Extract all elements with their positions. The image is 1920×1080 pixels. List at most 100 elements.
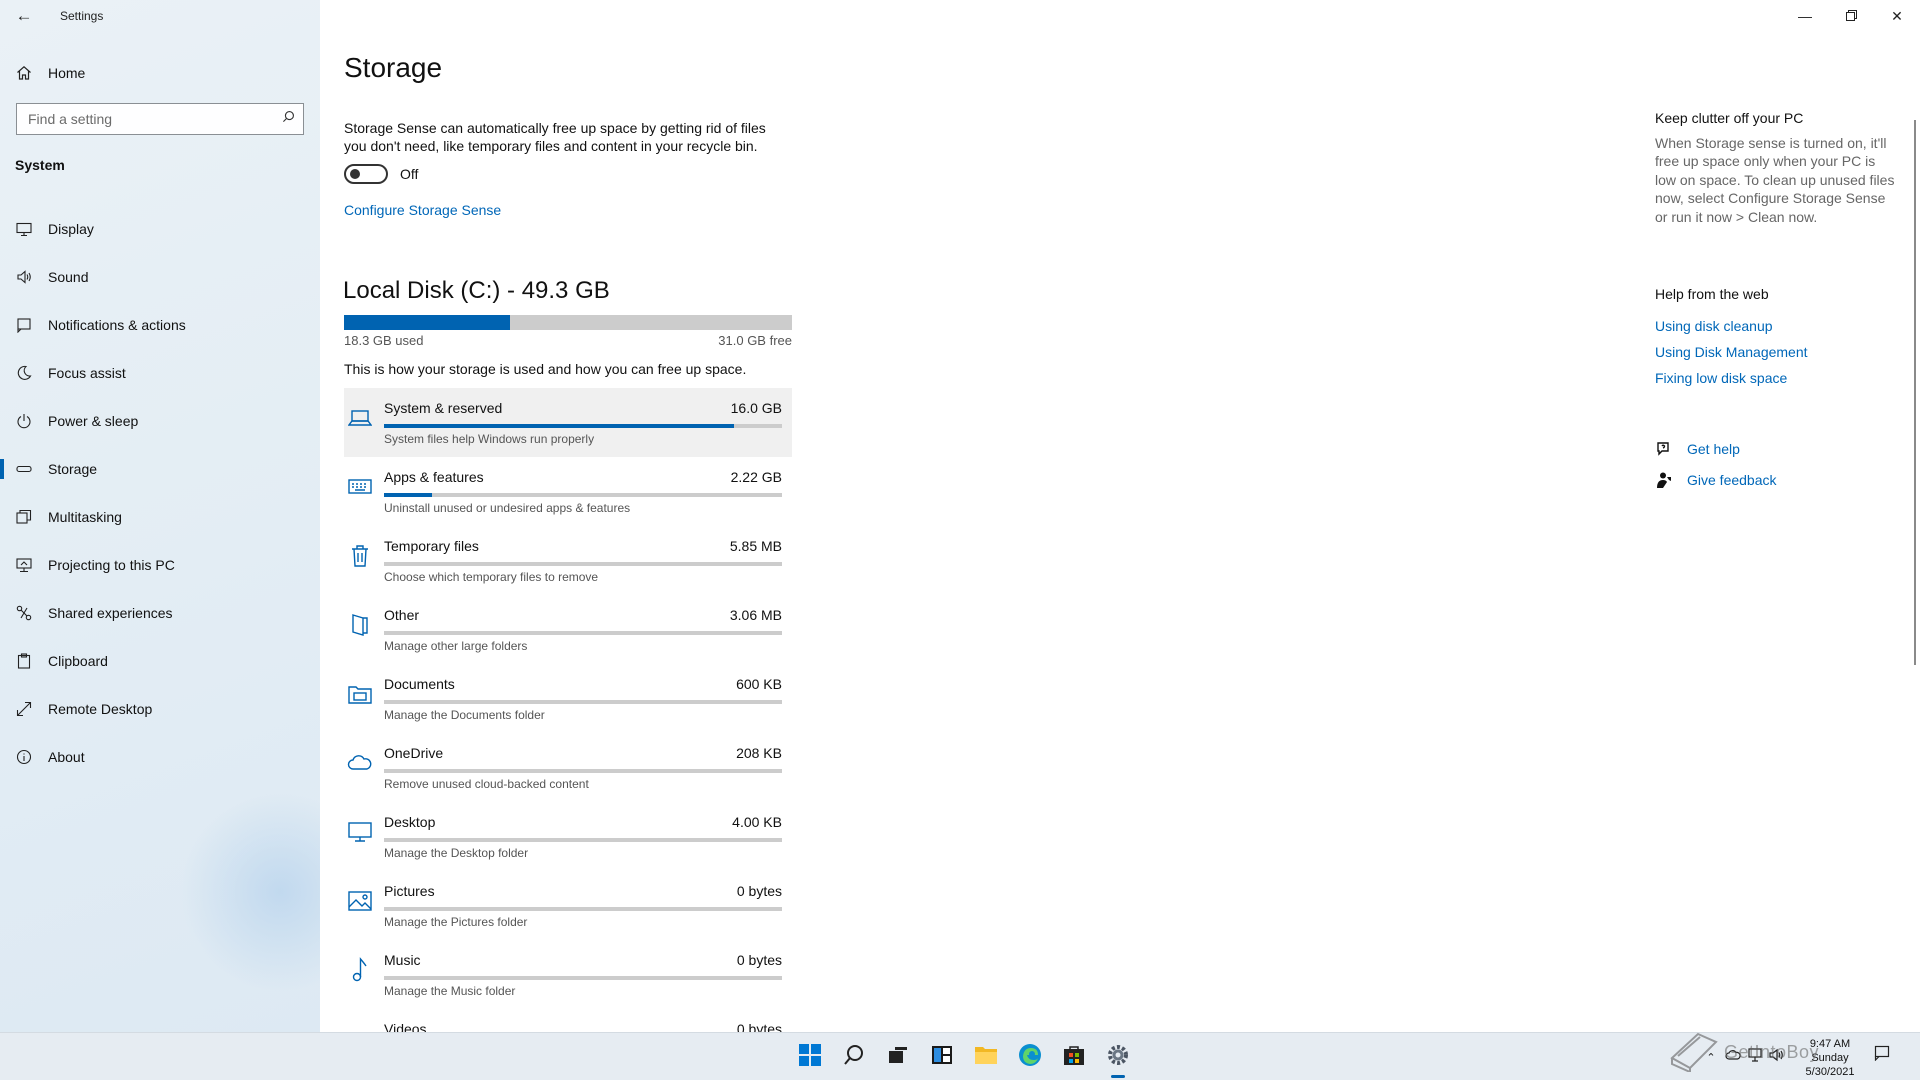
close-button[interactable]: ✕ [1874,0,1920,32]
store-button[interactable] [1052,1033,1096,1080]
sidebar-item-label: About [48,749,85,765]
sidebar-item-clipboard[interactable]: Clipboard [0,637,320,685]
sidebar-item-focus-assist[interactable]: Focus assist [0,349,320,397]
sidebar-item-multitasking[interactable]: Multitasking [0,493,320,541]
storage-category-music[interactable]: Music 0 bytes Manage the Music folder [344,940,792,1009]
laptop-icon [346,404,374,432]
file-explorer-button[interactable] [964,1033,1008,1080]
minimize-button[interactable]: — [1782,0,1828,32]
start-button[interactable] [788,1033,832,1080]
restore-button[interactable] [1828,0,1874,32]
category-size: 2.22 GB [730,469,782,485]
category-usage-bar [384,976,782,980]
give-feedback-link[interactable]: Give feedback [1687,472,1777,488]
category-name: Documents [384,676,455,692]
storage-category-desktop[interactable]: Desktop 4.00 KB Manage the Desktop folde… [344,802,792,871]
home-icon [0,65,48,81]
get-help-link[interactable]: Get help [1687,441,1740,457]
category-size: 3.06 MB [729,607,782,623]
category-description: Manage the Music folder [384,984,516,998]
sidebar-item-display[interactable]: Display [0,205,320,253]
sidebar-item-label: Shared experiences [48,605,173,621]
keyboard-icon [346,473,374,501]
sidebar-item-label: Remote Desktop [48,701,153,717]
watermark: GetIntoBoy [1668,1028,1819,1077]
get-help-row[interactable]: Get help [1655,440,1895,458]
category-usage-bar [384,562,782,566]
task-view-icon [887,1044,909,1071]
taskbar-search-button[interactable] [832,1033,876,1080]
edge-button[interactable] [1008,1033,1052,1080]
get-help-icon [1655,440,1687,458]
sidebar-item-label: Projecting to this PC [48,557,175,573]
storage-category-apps-features[interactable]: Apps & features 2.22 GB Uninstall unused… [344,457,792,526]
settings-button[interactable] [1096,1033,1140,1080]
task-view-button[interactable] [876,1033,920,1080]
trash-icon [346,542,374,570]
web-help-panel: Help from the web Using disk cleanup Usi… [1655,286,1895,396]
sidebar-item-notifications[interactable]: Notifications & actions [0,301,320,349]
disk-used-label: 18.3 GB used [344,333,424,348]
sidebar-item-remote-desktop[interactable]: Remote Desktop [0,685,320,733]
sidebar-item-sound[interactable]: Sound [0,253,320,301]
back-button[interactable]: ← [0,0,48,32]
widgets-icon [931,1044,953,1071]
taskbar-apps [788,1033,1140,1080]
nav-list: Display Sound Notifications & actions Fo… [0,205,320,781]
watermark-text: GetIntoBoy [1724,1042,1820,1062]
clutter-title: Keep clutter off your PC [1655,110,1804,126]
home-label: Home [48,65,86,81]
widgets-button[interactable] [920,1033,964,1080]
fixing-low-disk-space-link[interactable]: Fixing low disk space [1655,370,1895,386]
category-description: Choose which temporary files to remove [384,570,599,584]
home-nav-item[interactable]: Home [0,54,320,92]
notification-center-button[interactable] [1874,1045,1890,1066]
file-explorer-icon [974,1044,998,1071]
monitor-icon [0,221,48,237]
sidebar-item-storage[interactable]: Storage [0,445,320,493]
storage-category-onedrive[interactable]: OneDrive 208 KB Remove unused cloud-back… [344,733,792,802]
category-description: Uninstall unused or undesired apps & fea… [384,501,631,515]
sidebar-item-label: Power & sleep [48,413,139,429]
category-usage-bar [384,631,782,635]
disk-title: Local Disk (C:) - 49.3 GB [343,277,610,304]
web-help-title: Help from the web [1655,286,1769,302]
storage-category-system-reserved[interactable]: System & reserved 16.0 GB System files h… [344,388,792,457]
notification-center-icon [1874,1045,1890,1065]
category-name: OneDrive [384,745,444,761]
give-feedback-row[interactable]: Give feedback [1655,471,1895,489]
storage-icon [0,461,48,477]
sidebar-item-about[interactable]: About [0,733,320,781]
info-icon [0,749,48,765]
title-bar: ← Settings [0,0,104,32]
configure-storage-sense-link[interactable]: Configure Storage Sense [344,202,501,218]
restore-icon [1845,8,1857,24]
category-usage-bar [384,769,782,773]
music-icon [346,956,374,984]
sidebar-item-label: Display [48,221,94,237]
storage-category-pictures[interactable]: Pictures 0 bytes Manage the Pictures fol… [344,871,792,940]
toggle-state-label: Off [400,166,419,182]
using-disk-management-link[interactable]: Using Disk Management [1655,344,1895,360]
multitasking-icon [0,509,48,525]
storage-category-other[interactable]: Other 3.06 MB Manage other large folders [344,595,792,664]
category-usage-bar [384,424,782,428]
storage-category-documents[interactable]: Documents 600 KB Manage the Documents fo… [344,664,792,733]
category-description: Manage the Documents folder [384,708,545,722]
sidebar-item-projecting[interactable]: Projecting to this PC [0,541,320,589]
search-box[interactable] [16,103,304,135]
category-description: Remove unused cloud-backed content [384,777,589,791]
scrollbar[interactable] [1914,120,1916,665]
speaker-icon [0,269,48,285]
storage-sense-toggle[interactable] [344,164,388,184]
sidebar-item-shared-experiences[interactable]: Shared experiences [0,589,320,637]
category-size: 600 KB [736,676,782,692]
projecting-icon [0,557,48,573]
sidebar-item-power-sleep[interactable]: Power & sleep [0,397,320,445]
clipboard-icon [0,653,48,669]
other-folder-icon [346,611,374,639]
app-title: Settings [60,9,104,23]
using-disk-cleanup-link[interactable]: Using disk cleanup [1655,318,1895,334]
search-input[interactable] [28,111,268,127]
storage-category-temporary-files[interactable]: Temporary files 5.85 MB Choose which tem… [344,526,792,595]
